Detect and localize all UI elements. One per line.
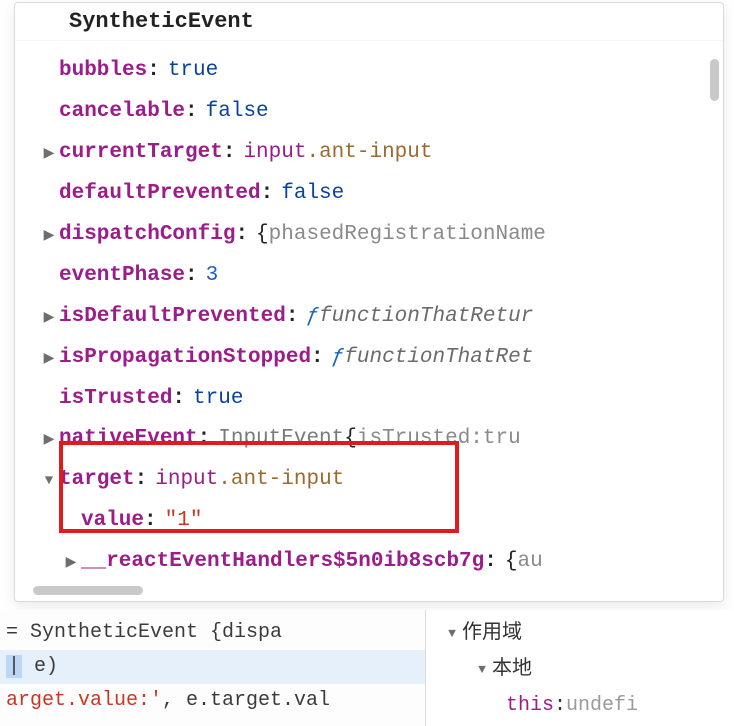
prop-react-event-handlers[interactable]: ▶ __reactEventHandlers$5n0ib8scb7g: {au bbox=[39, 542, 723, 583]
object-inspector-tooltip: SyntheticEvent bubbles: true cancelable:… bbox=[14, 2, 724, 602]
scope-panel: ▼ 作用域 ▼ 本地 this: undefi bbox=[426, 610, 734, 726]
source-code-panel[interactable]: = SyntheticEvent {dispa | e) arget.value… bbox=[0, 610, 426, 726]
prop-cancelable[interactable]: cancelable: false bbox=[39, 92, 723, 133]
expand-arrow-icon[interactable]: ▶ bbox=[39, 346, 59, 373]
scope-this[interactable]: this: undefi bbox=[442, 688, 724, 724]
scope-header[interactable]: ▼ 作用域 bbox=[442, 616, 724, 652]
scope-local[interactable]: ▼ 本地 bbox=[442, 652, 724, 688]
prop-default-prevented[interactable]: defaultPrevented: false bbox=[39, 174, 723, 215]
expand-arrow-icon[interactable]: ▶ bbox=[39, 141, 59, 168]
prop-bubbles[interactable]: bubbles: true bbox=[39, 51, 723, 92]
expand-arrow-icon[interactable]: ▶ bbox=[39, 223, 59, 250]
expand-arrow-icon[interactable]: ▶ bbox=[39, 305, 59, 332]
collapse-arrow-icon[interactable]: ▼ bbox=[39, 468, 59, 495]
prop-is-trusted[interactable]: isTrusted: true bbox=[39, 379, 723, 420]
prop-is-propagation-stopped[interactable]: ▶ isPropagationStopped: ƒ functionThatRe… bbox=[39, 338, 723, 379]
prop-native-event[interactable]: ▶ nativeEvent: InputEvent {isTrusted: tr… bbox=[39, 419, 723, 460]
source-line: arget.value:', e.target.val bbox=[0, 684, 425, 718]
expand-arrow-icon[interactable]: ▶ bbox=[61, 550, 81, 577]
horizontal-scrollbar[interactable] bbox=[33, 586, 143, 595]
prop-event-phase[interactable]: eventPhase: 3 bbox=[39, 256, 723, 297]
prop-target[interactable]: ▼ target: input.ant-input bbox=[39, 460, 723, 501]
collapse-arrow-icon[interactable]: ▼ bbox=[472, 658, 492, 681]
source-line: = SyntheticEvent {dispa bbox=[0, 616, 425, 650]
collapse-arrow-icon[interactable]: ▼ bbox=[442, 622, 462, 645]
property-list: bubbles: true cancelable: false ▶ curren… bbox=[15, 41, 723, 601]
prop-value: true bbox=[168, 51, 218, 92]
prop-target-value[interactable]: value: "1" bbox=[39, 501, 723, 542]
prop-current-target[interactable]: ▶ currentTarget: input.ant-input bbox=[39, 133, 723, 174]
vertical-scrollbar[interactable] bbox=[710, 59, 719, 101]
source-line-current: | e) bbox=[0, 650, 425, 684]
debugger-cursor: | bbox=[6, 655, 22, 678]
prop-dispatch-config[interactable]: ▶ dispatchConfig: {phasedRegistrationNam… bbox=[39, 215, 723, 256]
prop-key: bubbles bbox=[59, 51, 147, 92]
expand-arrow-icon[interactable]: ▶ bbox=[39, 427, 59, 454]
inspector-title: SyntheticEvent bbox=[15, 3, 723, 41]
prop-is-default-prevented[interactable]: ▶ isDefaultPrevented: ƒ functionThatRetu… bbox=[39, 297, 723, 338]
bottom-panels: = SyntheticEvent {dispa | e) arget.value… bbox=[0, 610, 734, 726]
